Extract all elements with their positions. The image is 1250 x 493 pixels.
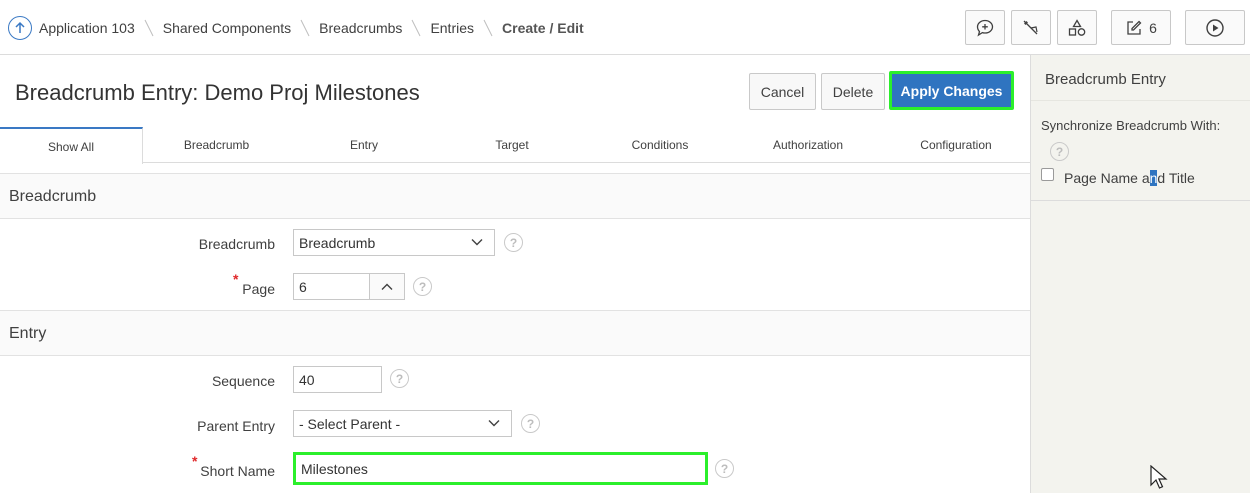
breadcrumb-breadcrumbs[interactable]: Breadcrumbs xyxy=(319,20,402,36)
side-panel: Breadcrumb Entry Synchronize Breadcrumb … xyxy=(1030,55,1250,493)
sequence-field-label: Sequence xyxy=(211,373,275,389)
short-name-input-value: Milestones xyxy=(301,460,368,477)
breadcrumb-entries[interactable]: Entries xyxy=(430,20,474,36)
region-title: Breadcrumb xyxy=(9,188,97,205)
comment-button[interactable] xyxy=(965,10,1005,45)
tab-bar: Show All Breadcrumb Entry Target Conditi… xyxy=(0,127,1030,164)
breadcrumb-select-value: Breadcrumb xyxy=(299,234,376,251)
short-name-field-label: Short Name xyxy=(200,463,275,479)
page-input-value: 6 xyxy=(299,278,307,295)
tab-authorization[interactable]: Authorization xyxy=(734,127,882,163)
short-name-input[interactable]: Milestones xyxy=(293,452,708,485)
checkbox-label-start: Page Name a xyxy=(1064,170,1150,186)
shapes-icon xyxy=(1068,18,1086,36)
checkbox-label: Page Name and Title xyxy=(1064,170,1195,186)
sequence-input-value: 40 xyxy=(299,371,315,388)
page-field-label: Page xyxy=(242,281,275,297)
tab-conditions[interactable]: Conditions xyxy=(586,127,734,163)
chevron-down-icon xyxy=(488,420,500,427)
tab-target[interactable]: Target xyxy=(438,127,586,163)
synchronize-label: Synchronize Breadcrumb With: xyxy=(1041,118,1221,133)
breadcrumb-current: Create / Edit xyxy=(502,20,584,36)
sequence-input[interactable]: 40 xyxy=(293,366,382,393)
breadcrumb-separator xyxy=(483,19,493,37)
help-icon[interactable]: ? xyxy=(521,414,540,433)
help-icon[interactable]: ? xyxy=(1050,142,1069,161)
edit-page-button[interactable]: 6 xyxy=(1111,10,1171,45)
page-name-and-title-checkbox[interactable] xyxy=(1041,168,1054,181)
help-icon[interactable]: ? xyxy=(390,369,409,388)
breadcrumb-shared-components[interactable]: Shared Components xyxy=(163,20,291,36)
edit-page-number: 6 xyxy=(1149,19,1157,36)
edit-icon xyxy=(1127,20,1142,35)
breadcrumb-field-label: Breadcrumb xyxy=(198,236,275,252)
parent-entry-select[interactable]: - Select Parent - xyxy=(293,410,512,437)
tab-show-all[interactable]: Show All xyxy=(0,127,143,164)
parent-entry-field-label: Parent Entry xyxy=(197,418,275,434)
chevron-down-icon xyxy=(471,239,483,246)
help-icon[interactable]: ? xyxy=(413,277,432,296)
breadcrumb-separator xyxy=(300,19,310,37)
parent-entry-select-value: - Select Parent - xyxy=(299,415,401,432)
breadcrumb-select[interactable]: Breadcrumb xyxy=(293,229,495,256)
side-panel-title: Breadcrumb Entry xyxy=(1045,71,1166,88)
comment-plus-icon xyxy=(976,19,994,36)
help-icon[interactable]: ? xyxy=(504,233,523,252)
required-marker: * xyxy=(192,453,198,469)
apply-changes-button[interactable]: Apply Changes xyxy=(889,71,1014,110)
breadcrumb-separator xyxy=(411,19,421,37)
mouse-cursor-icon xyxy=(1150,465,1168,489)
bug-icon xyxy=(1023,20,1038,34)
divider xyxy=(1031,200,1250,201)
breadcrumb: Application 103 Shared Components Breadc… xyxy=(8,16,584,40)
breadcrumb-application[interactable]: Application 103 xyxy=(39,20,135,36)
checkbox-label-end: d Title xyxy=(1157,170,1195,186)
run-page-button[interactable] xyxy=(1185,10,1245,45)
divider xyxy=(1031,100,1250,101)
required-marker: * xyxy=(233,271,239,287)
page-title: Breadcrumb Entry: Demo Proj Milestones xyxy=(15,80,420,105)
top-bar: Application 103 Shared Components Breadc… xyxy=(0,0,1250,55)
tab-configuration[interactable]: Configuration xyxy=(882,127,1030,163)
page-stepper-button[interactable] xyxy=(369,273,405,300)
tab-entry[interactable]: Entry xyxy=(290,127,438,163)
cancel-button[interactable]: Cancel xyxy=(749,73,816,110)
developer-toolbar: 6 xyxy=(965,10,1250,45)
page-input[interactable]: 6 xyxy=(293,273,370,300)
debug-button[interactable] xyxy=(1011,10,1051,45)
delete-button[interactable]: Delete xyxy=(821,73,885,110)
help-icon[interactable]: ? xyxy=(715,459,734,478)
region-breadcrumb-header: Breadcrumb xyxy=(0,173,1030,219)
play-icon xyxy=(1206,18,1224,37)
breadcrumb-separator xyxy=(144,19,154,37)
region-entry-header: Entry xyxy=(0,310,1030,356)
arrow-up-icon[interactable] xyxy=(8,16,32,40)
chevron-up-icon xyxy=(381,283,393,290)
shared-components-button[interactable] xyxy=(1057,10,1097,45)
tab-breadcrumb[interactable]: Breadcrumb xyxy=(143,127,290,163)
region-title: Entry xyxy=(9,325,47,342)
